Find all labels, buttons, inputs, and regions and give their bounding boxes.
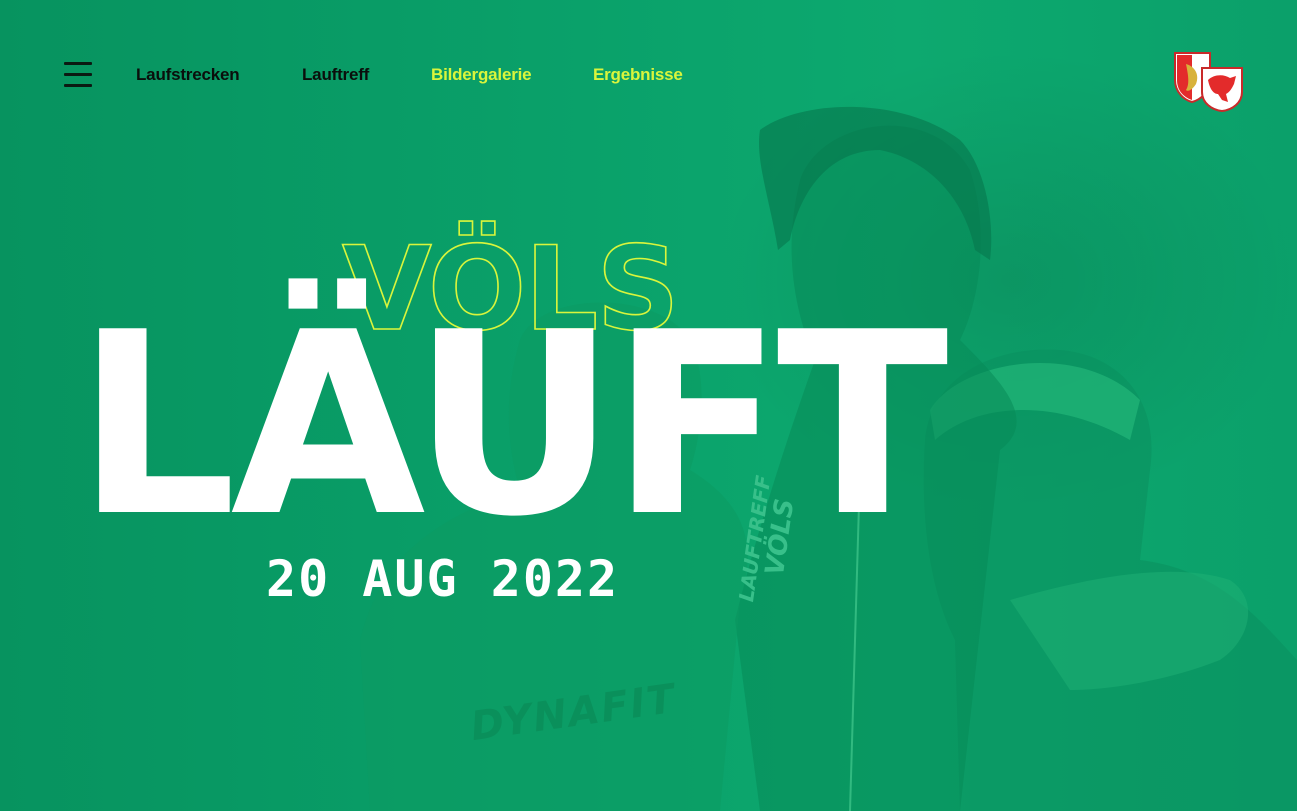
hero-title-laeuft: LÄUFT [76,279,949,572]
nav-link-lauftreff[interactable]: Lauftreff [302,65,369,85]
nav-link-bildergalerie[interactable]: Bildergalerie [431,65,532,85]
nav-link-ergebnisse[interactable]: Ergebnisse [593,65,683,85]
hamburger-menu-icon[interactable] [64,62,92,88]
municipal-crest-logo[interactable] [1172,50,1244,113]
main-navigation: Laufstrecken Lauftreff Bildergalerie Erg… [0,0,1297,150]
nav-link-laufstrecken[interactable]: Laufstrecken [136,65,240,85]
event-date: 20 AUG 2022 [266,550,620,608]
